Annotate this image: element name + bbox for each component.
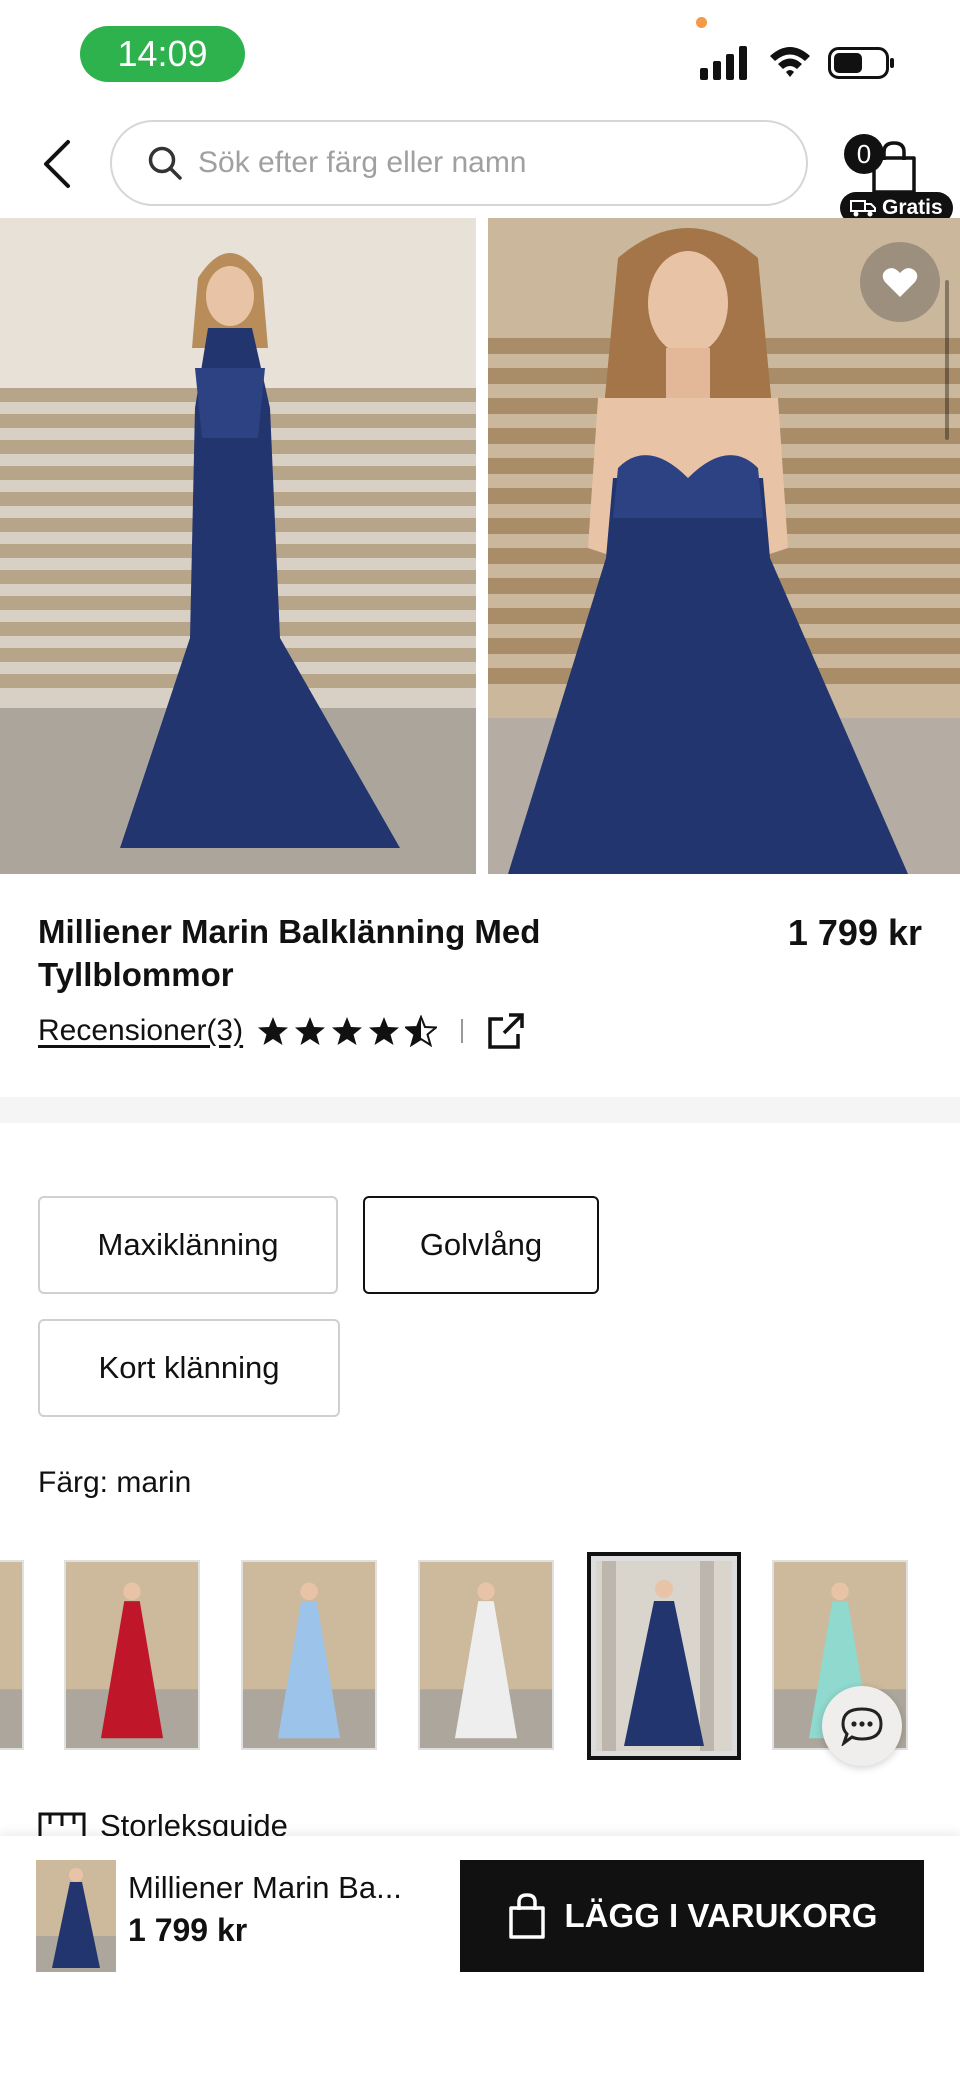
product-thumbnail <box>36 1860 116 1972</box>
battery-icon <box>828 47 894 79</box>
product-image-gallery[interactable] <box>0 218 960 874</box>
delivery-truck-icon <box>850 200 876 217</box>
favorite-heart-button[interactable] <box>860 242 940 322</box>
swatch-navy[interactable] <box>587 1552 741 1760</box>
search-icon <box>148 146 182 180</box>
status-bar: 14:09 <box>0 0 960 110</box>
swatch-pink[interactable] <box>0 1560 24 1750</box>
reviews-row: Recensioner(3) <box>38 1008 525 1054</box>
product-title: Milliener Marin Balklänning Med Tyllblom… <box>38 913 541 993</box>
swatch-red[interactable] <box>64 1560 200 1750</box>
share-external-icon[interactable] <box>487 1012 525 1050</box>
option-short-dress[interactable]: Kort klänning <box>38 1319 340 1417</box>
star-full-icon <box>369 1017 400 1045</box>
add-to-cart-label: LÄGG I VARUKORG <box>564 1897 878 1934</box>
reviews-link[interactable]: Recensioner(3) <box>38 1014 243 1048</box>
cellular-signal-icon <box>700 46 747 80</box>
swatch-light-blue[interactable] <box>241 1560 377 1750</box>
star-rating <box>257 1015 438 1047</box>
wifi-icon <box>770 47 810 77</box>
chat-bubble-icon <box>841 1707 883 1746</box>
option-maxi[interactable]: Maxiklänning <box>38 1196 338 1294</box>
star-full-icon <box>332 1017 363 1045</box>
gallery-scroll-indicator <box>945 280 949 440</box>
color-swatch-list <box>0 1550 960 1760</box>
status-time: 14:09 <box>80 26 245 82</box>
option-floor-length[interactable]: Golvlång <box>363 1196 599 1294</box>
divider <box>461 1019 464 1043</box>
cart-count-badge: 0 <box>844 134 884 174</box>
bottom-product-price: 1 799 kr <box>128 1912 248 1948</box>
add-to-cart-button[interactable]: LÄGG I VARUKORG <box>460 1860 924 1972</box>
free-shipping-label: Gratis <box>882 196 943 219</box>
product-price: 1 799 kr <box>787 912 922 953</box>
star-full-icon <box>295 1017 326 1045</box>
star-full-icon <box>258 1017 289 1045</box>
star-half-icon <box>405 1015 438 1047</box>
cart-button[interactable]: 0 Gratis <box>840 120 953 224</box>
product-photo-full-length[interactable] <box>0 218 476 874</box>
bottom-product-name: Milliener Marin Ba... <box>128 1870 402 1905</box>
swatch-white[interactable] <box>418 1560 554 1750</box>
selected-color-label: Färg: marin <box>38 1466 192 1499</box>
section-divider <box>0 1097 960 1123</box>
privacy-indicator-dot <box>696 17 707 28</box>
back-arrow-icon[interactable] <box>38 138 78 190</box>
shopping-bag-icon <box>508 1893 545 1939</box>
bottom-purchase-bar: Milliener Marin Ba... 1 799 kr LÄGG I VA… <box>0 1836 960 2078</box>
top-navigation: 0 Gratis <box>0 110 960 224</box>
search-input[interactable] <box>198 146 778 180</box>
heart-icon <box>882 268 918 297</box>
chat-support-button[interactable] <box>822 1686 902 1766</box>
search-bar[interactable] <box>110 120 808 206</box>
